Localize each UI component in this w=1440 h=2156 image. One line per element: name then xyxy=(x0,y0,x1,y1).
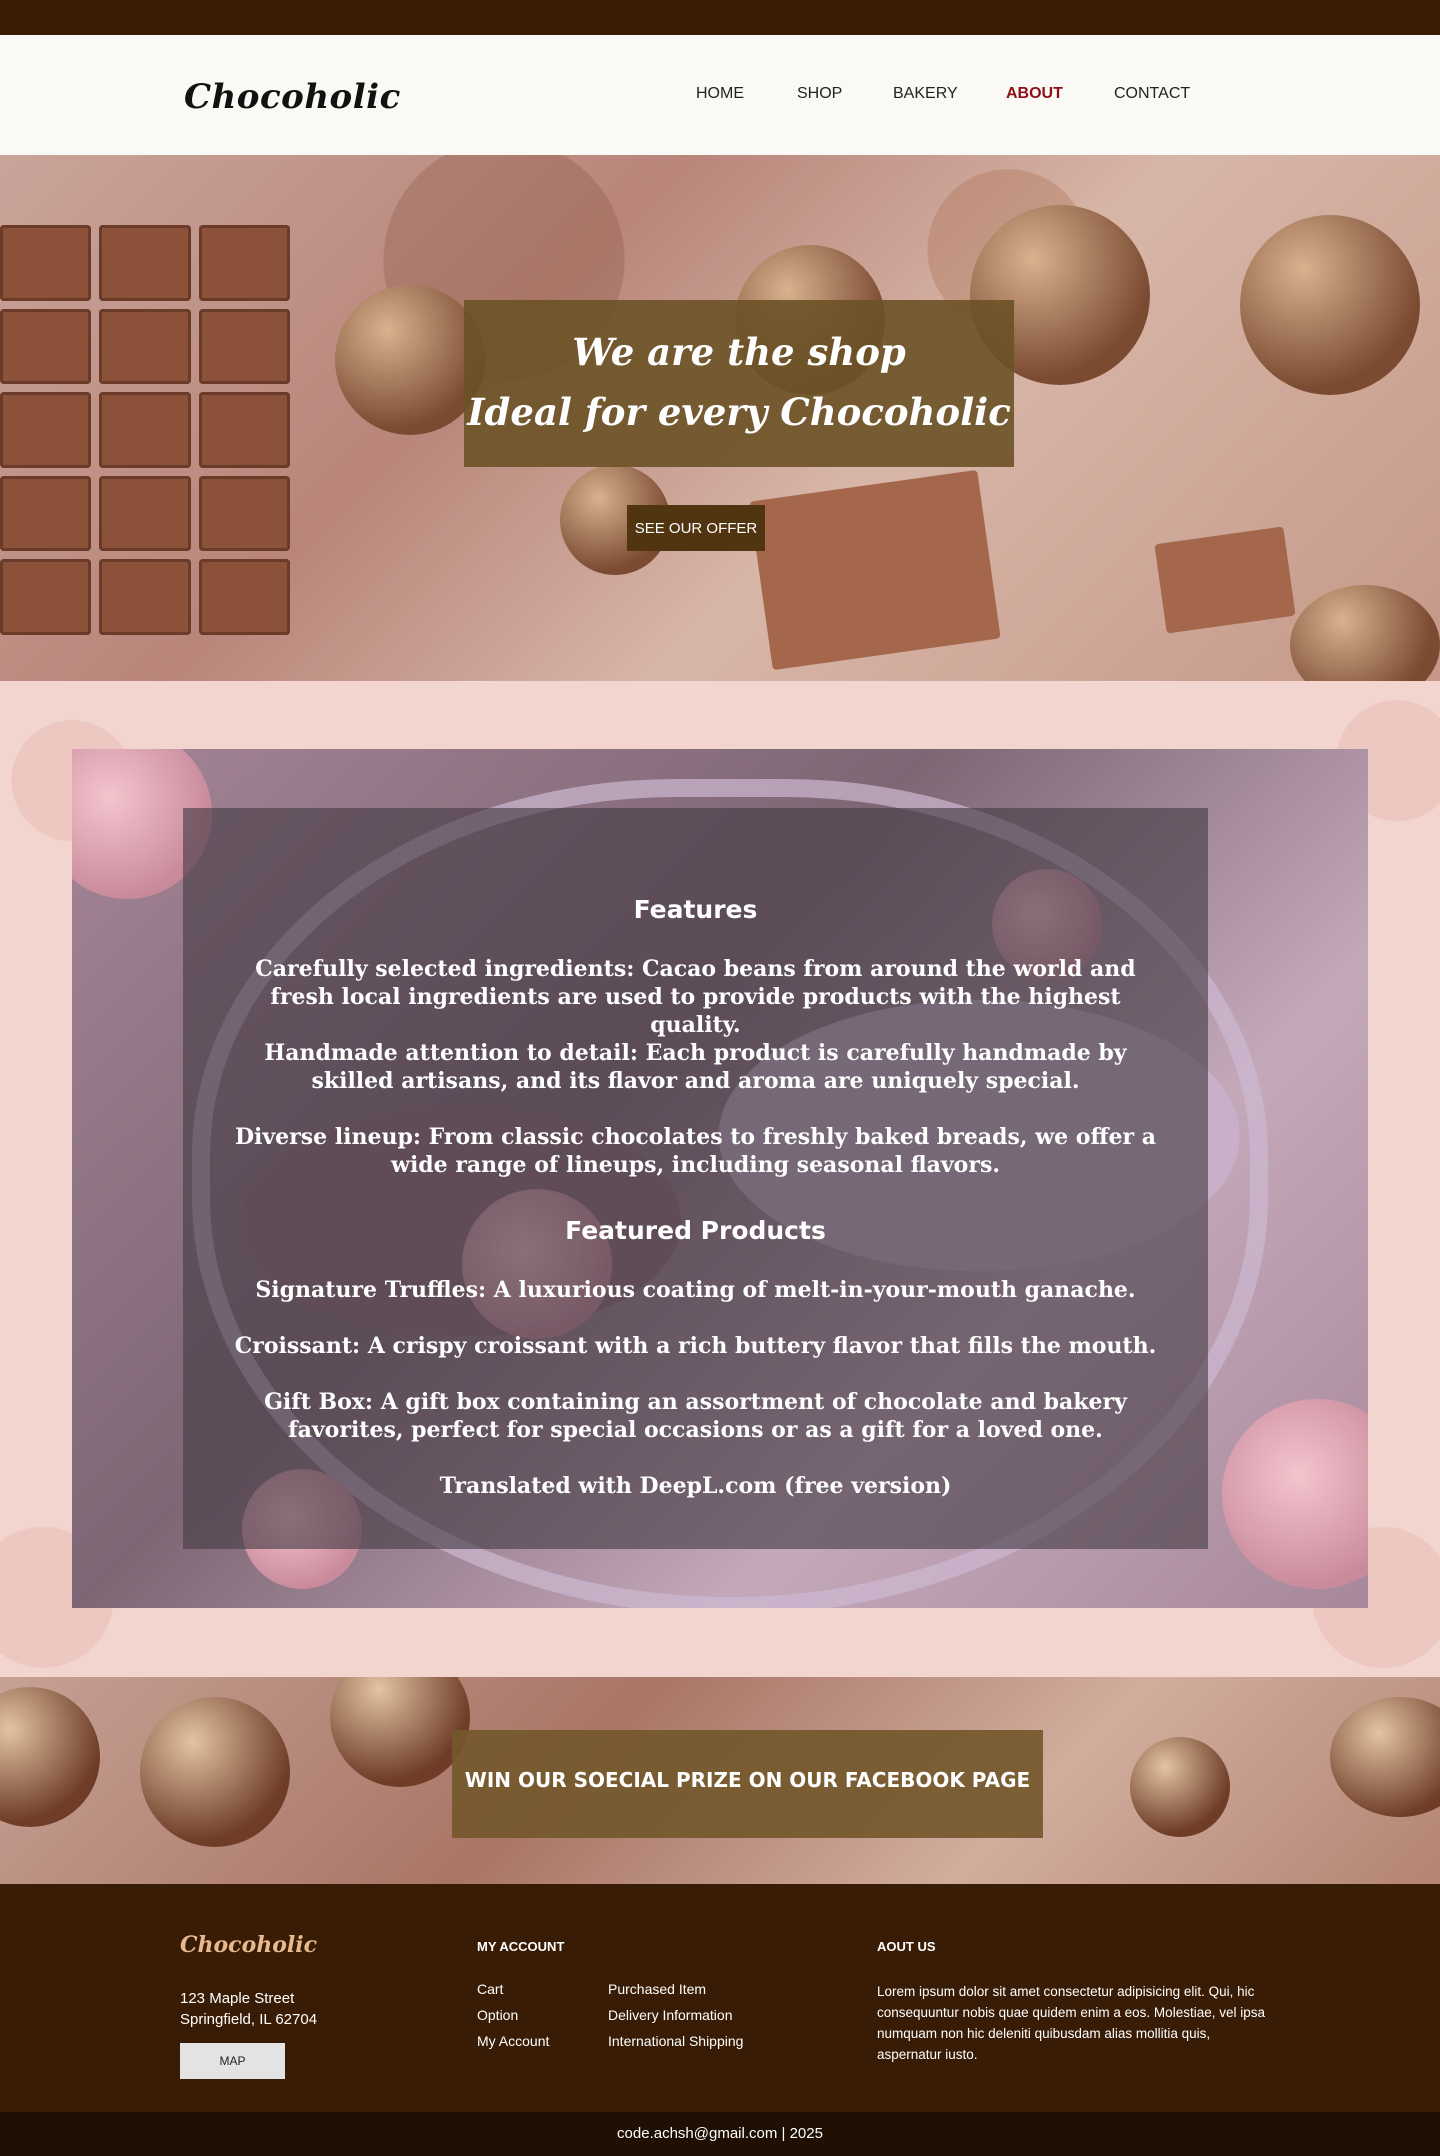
chocolate-bar-image xyxy=(0,225,290,635)
about-us-text: Lorem ipsum dolor sit amet consectetur a… xyxy=(877,1984,1265,2062)
site-footer: Chocoholic 123 Maple Street Springfield,… xyxy=(0,1884,1440,2112)
see-offer-button[interactable]: SEE OUR OFFER xyxy=(627,505,765,551)
address-line2: Springfield, IL 62704 xyxy=(180,2011,318,2028)
hero-title-line1: We are the shop xyxy=(572,330,906,374)
nav-bakery[interactable]: BAKERY xyxy=(893,85,958,103)
product-item: Croissant: A crispy croissant with a ric… xyxy=(234,1333,1157,1359)
facebook-prize-banner[interactable]: WIN OUR SOECIAL PRIZE ON OUR FACEBOOK PA… xyxy=(452,1730,1043,1838)
features-heading: Features xyxy=(633,895,758,924)
top-strip xyxy=(0,0,1440,35)
features-section: Features Carefully selected ingredients:… xyxy=(0,681,1440,1677)
promo-section: WIN OUR SOECIAL PRIZE ON OUR FACEBOOK PA… xyxy=(0,1677,1440,1884)
footer-logo[interactable]: Chocoholic xyxy=(180,1932,317,1958)
footer-link-cart[interactable]: Cart xyxy=(477,1981,503,1997)
feature-item: Handmade attention to detail: Each produ… xyxy=(264,1040,1127,1094)
truffle-image xyxy=(330,1677,470,1787)
feature-item: Carefully selected ingredients: Cacao be… xyxy=(255,956,1136,1038)
my-account-heading: MY ACCOUNT xyxy=(477,1939,565,1954)
site-header: Chocoholic HOME SHOP BAKERY ABOUT CONTAC… xyxy=(0,35,1440,155)
footer-link-option[interactable]: Option xyxy=(477,2007,518,2023)
feature-item: Diverse lineup: From classic chocolates … xyxy=(234,1124,1157,1178)
footer-link-purchased-item[interactable]: Purchased Item xyxy=(608,1981,706,1997)
truffle-image xyxy=(1290,585,1440,681)
featured-products-heading: Featured Products xyxy=(565,1216,826,1245)
footer-link-international-shipping[interactable]: International Shipping xyxy=(608,2033,743,2049)
map-button[interactable]: MAP xyxy=(180,2043,285,2079)
product-item: Gift Box: A gift box containing an assor… xyxy=(264,1389,1127,1443)
hero-section: We are the shop Ideal for every Chocohol… xyxy=(0,155,1440,681)
main-nav: HOME SHOP BAKERY ABOUT CONTACT xyxy=(0,85,1440,115)
truffle-image xyxy=(140,1697,290,1847)
footer-link-delivery-information[interactable]: Delivery Information xyxy=(608,2007,733,2023)
copyright-bar: code.achsh@gmail.com | 2025 xyxy=(0,2112,1440,2156)
heart-box-photo: Features Carefully selected ingredients:… xyxy=(72,749,1368,1608)
chocolate-slab-image xyxy=(749,469,1001,671)
nav-home[interactable]: HOME xyxy=(696,85,744,103)
nav-shop[interactable]: SHOP xyxy=(797,85,842,103)
product-item: Signature Truffles: A luxurious coating … xyxy=(255,1277,1136,1303)
facebook-prize-text: WIN OUR SOECIAL PRIZE ON OUR FACEBOOK PA… xyxy=(464,1768,1031,1792)
truffle-image xyxy=(1330,1697,1440,1817)
address-line1: 123 Maple Street xyxy=(180,1990,295,2007)
features-panel: Features Carefully selected ingredients:… xyxy=(183,808,1208,1549)
translation-credit: Translated with DeepL.com (free version) xyxy=(439,1473,952,1499)
truffle-image xyxy=(335,285,485,435)
truffle-image xyxy=(0,1687,100,1827)
nav-contact[interactable]: CONTACT xyxy=(1114,85,1190,103)
about-us-heading: AOUT US xyxy=(877,1939,936,1954)
footer-link-my-account[interactable]: My Account xyxy=(477,2033,549,2049)
hero-title-box: We are the shop Ideal for every Chocohol… xyxy=(464,300,1014,467)
truffle-image xyxy=(1240,215,1420,395)
nav-about[interactable]: ABOUT xyxy=(1006,85,1063,103)
chocolate-slab-image xyxy=(1154,526,1296,634)
rose-image xyxy=(1222,1399,1368,1589)
hero-title-line2: Ideal for every Chocoholic xyxy=(467,390,1011,434)
truffle-image xyxy=(1130,1737,1230,1837)
